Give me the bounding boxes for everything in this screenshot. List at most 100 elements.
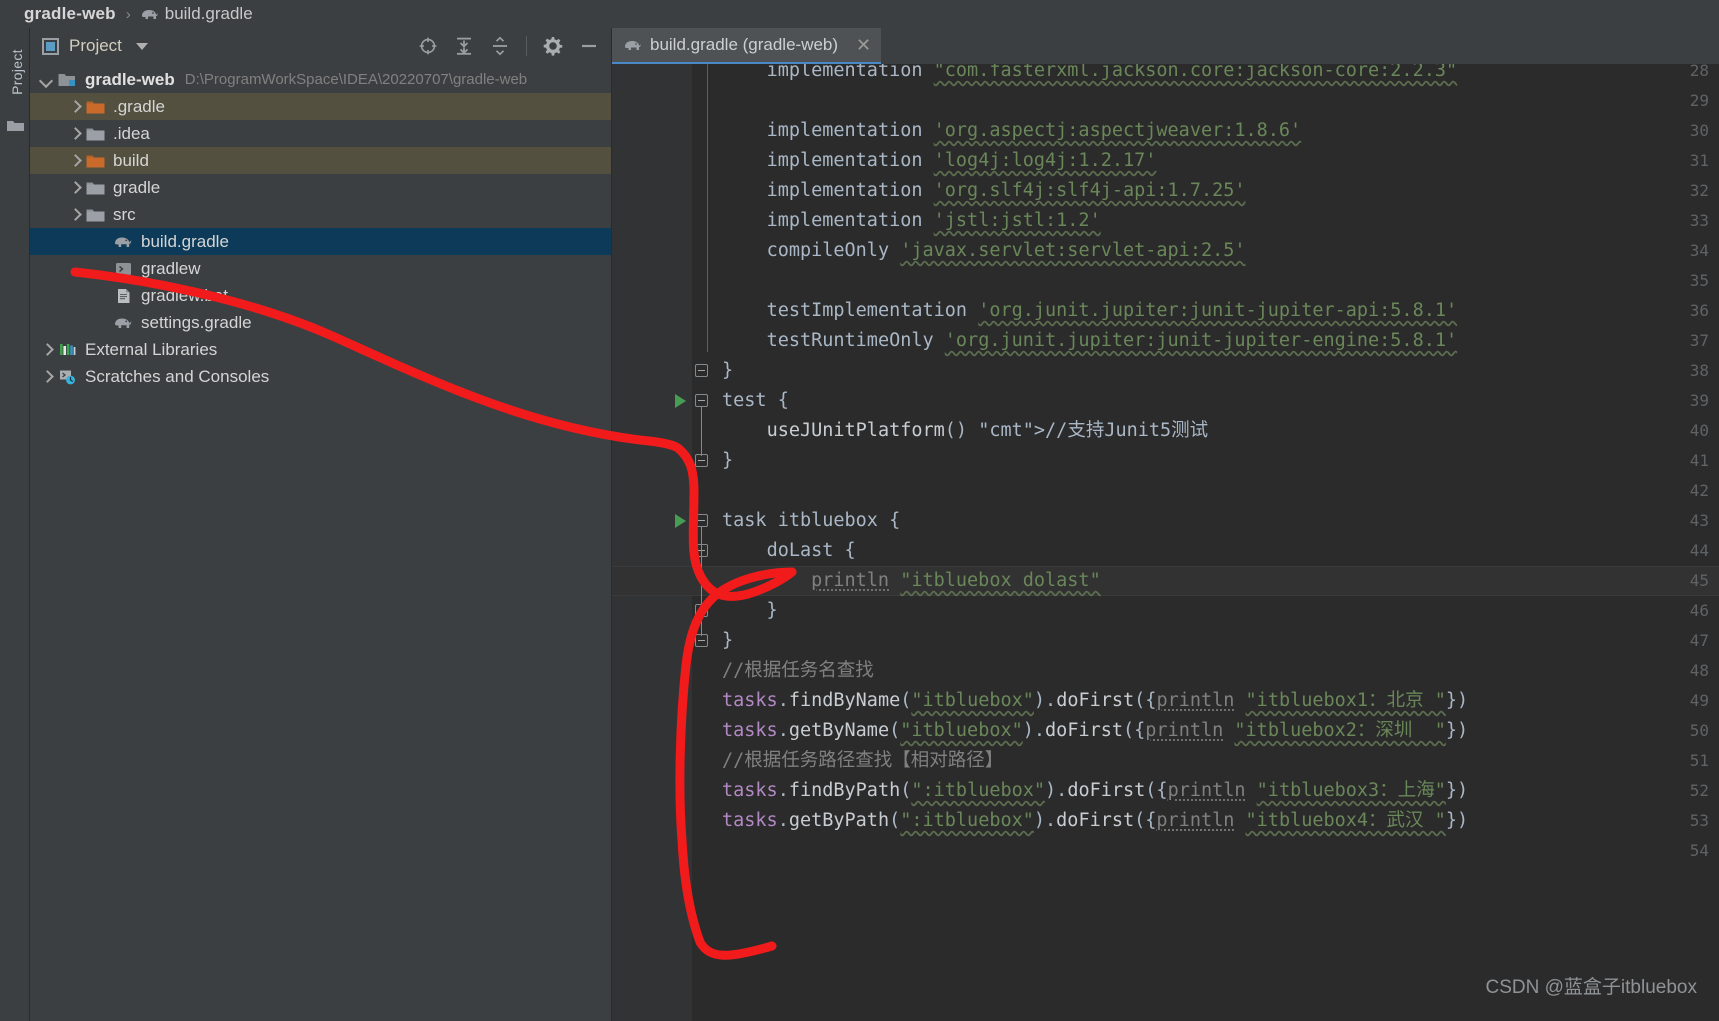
tree-item-gradlew-bat[interactable]: gradlew.bat bbox=[30, 282, 611, 309]
code-line[interactable]: implementation "com.fasterxml.jackson.co… bbox=[722, 64, 1458, 86]
code-line[interactable]: compileOnly 'javax.servlet:servlet-api:2… bbox=[722, 236, 1246, 266]
tree-item-label: gradlew bbox=[141, 258, 201, 278]
tool-window-button-project[interactable]: Project bbox=[9, 37, 25, 107]
excluded-folder-icon bbox=[86, 99, 105, 114]
line-number: 43 bbox=[1689, 511, 1709, 530]
breadcrumb-project[interactable]: gradle-web bbox=[24, 4, 116, 24]
folder-icon bbox=[86, 207, 105, 222]
project-panel-header: Project bbox=[30, 28, 611, 64]
scratches-icon bbox=[58, 369, 77, 385]
line-number: 35 bbox=[1689, 271, 1709, 290]
line-number: 29 bbox=[1689, 91, 1709, 110]
tree-item-label: src bbox=[113, 204, 136, 224]
tree-item-gradlew[interactable]: gradlew bbox=[30, 255, 611, 282]
line-number: 41 bbox=[1689, 451, 1709, 470]
line-number: 28 bbox=[1689, 64, 1709, 80]
csdn-watermark: CSDN @蓝盒子itbluebox bbox=[1485, 977, 1697, 998]
hide-minimize-icon[interactable] bbox=[579, 36, 599, 56]
editor-tab-bar: build.gradle (gradle-web) ✕ bbox=[612, 28, 1719, 64]
line-number: 32 bbox=[1689, 181, 1709, 200]
code-line[interactable]: test { bbox=[722, 386, 789, 416]
tree-item-external-libraries[interactable]: External Libraries bbox=[30, 336, 611, 363]
tree-item-label: build.gradle bbox=[141, 231, 229, 251]
collapse-all-icon[interactable] bbox=[490, 36, 510, 56]
tree-item-build[interactable]: build bbox=[30, 147, 611, 174]
line-number: 46 bbox=[1689, 601, 1709, 620]
chevron-right-icon[interactable] bbox=[68, 208, 82, 222]
code-line[interactable]: tasks.findByName("itbluebox").doFirst({p… bbox=[722, 686, 1468, 716]
tree-item-label: .gradle bbox=[113, 96, 165, 116]
tree-item-gradle[interactable]: gradle bbox=[30, 174, 611, 201]
tree-item-settings-gradle[interactable]: settings.gradle bbox=[30, 309, 611, 336]
code-line[interactable]: implementation 'jstl:jstl:1.2' bbox=[722, 206, 1101, 236]
line-number: 39 bbox=[1689, 391, 1709, 410]
line-number: 54 bbox=[1689, 841, 1709, 860]
chevron-right-icon[interactable] bbox=[68, 154, 82, 168]
line-number: 44 bbox=[1689, 541, 1709, 560]
line-number: 49 bbox=[1689, 691, 1709, 710]
tree-item-gradle[interactable]: .gradle bbox=[30, 93, 611, 120]
select-opened-file-icon[interactable] bbox=[418, 36, 438, 56]
chevron-right-icon[interactable] bbox=[68, 127, 82, 141]
breadcrumb: gradle-web › build.gradle bbox=[0, 0, 1719, 28]
folder-icon bbox=[6, 118, 25, 133]
code-line[interactable]: tasks.getByPath(":itbluebox").doFirst({p… bbox=[722, 806, 1468, 836]
code-line[interactable]: testRuntimeOnly 'org.junit.jupiter:junit… bbox=[722, 326, 1458, 356]
left-tool-strip: Project bbox=[0, 28, 30, 1021]
editor-area: build.gradle (gradle-web) ✕ implementati… bbox=[612, 28, 1719, 1021]
code-line[interactable]: tasks.getByName("itbluebox").doFirst({pr… bbox=[722, 716, 1468, 746]
chevron-right-icon[interactable] bbox=[68, 181, 82, 195]
tree-item-path: D:\ProgramWorkSpace\IDEA\20220707\gradle… bbox=[184, 71, 528, 88]
line-number: 45 bbox=[1689, 571, 1709, 590]
tree-item-gradle-web[interactable]: gradle-web D:\ProgramWorkSpace\IDEA\20220… bbox=[30, 66, 611, 93]
code-line[interactable]: } bbox=[722, 446, 733, 476]
gradle-elephant-icon bbox=[114, 315, 133, 331]
project-panel-title: Project bbox=[69, 36, 122, 55]
idea-window: gradle-web › build.gradle Project Projec… bbox=[0, 0, 1719, 1021]
code-line[interactable]: implementation 'log4j:log4j:1.2.17' bbox=[722, 146, 1157, 176]
breadcrumb-file[interactable]: build.gradle bbox=[165, 4, 253, 24]
code-line[interactable]: doLast { bbox=[722, 536, 856, 566]
code-view[interactable]: implementation "com.fasterxml.jackson.co… bbox=[612, 64, 1719, 1021]
run-gradle-task-icon[interactable] bbox=[675, 514, 686, 528]
code-line[interactable]: implementation 'org.slf4j:slf4j-api:1.7.… bbox=[722, 176, 1246, 206]
code-line[interactable]: println "itbluebox dolast" bbox=[722, 566, 1101, 596]
chevron-down-icon[interactable] bbox=[135, 42, 148, 50]
line-number: 36 bbox=[1689, 301, 1709, 320]
source-code[interactable]: implementation "com.fasterxml.jackson.co… bbox=[722, 64, 1719, 1021]
chevron-down-icon[interactable] bbox=[40, 73, 54, 87]
run-gradle-task-icon[interactable] bbox=[675, 394, 686, 408]
code-line[interactable]: } bbox=[722, 596, 778, 626]
line-number: 34 bbox=[1689, 241, 1709, 260]
code-fold-toggle[interactable] bbox=[695, 364, 708, 377]
chevron-right-icon[interactable] bbox=[40, 343, 54, 357]
code-line[interactable]: } bbox=[722, 626, 733, 656]
tree-item-label: Scratches and Consoles bbox=[85, 366, 270, 386]
code-line[interactable]: //根据任务路径查找【相对路径】 bbox=[722, 746, 1003, 776]
code-line[interactable]: testImplementation 'org.junit.jupiter:ju… bbox=[722, 296, 1458, 326]
chevron-right-icon[interactable] bbox=[68, 100, 82, 114]
tree-item-src[interactable]: src bbox=[30, 201, 611, 228]
close-icon[interactable]: ✕ bbox=[856, 36, 871, 54]
code-line[interactable]: tasks.findByPath(":itbluebox").doFirst({… bbox=[722, 776, 1468, 806]
code-line[interactable]: useJUnitPlatform() "cmt">//支持Junit5测试 bbox=[722, 416, 1209, 446]
line-number: 50 bbox=[1689, 721, 1709, 740]
editor-gutter[interactable] bbox=[612, 64, 692, 1021]
tree-item-label: gradle bbox=[113, 177, 161, 197]
code-line[interactable]: } bbox=[722, 356, 733, 386]
chevron-right-icon[interactable] bbox=[40, 370, 54, 384]
code-line[interactable]: //根据任务名查找 bbox=[722, 656, 874, 686]
tab-build-gradle[interactable]: build.gradle (gradle-web) ✕ bbox=[612, 28, 882, 64]
tree-item-idea[interactable]: .idea bbox=[30, 120, 611, 147]
code-line[interactable]: implementation 'org.aspectj:aspectjweave… bbox=[722, 116, 1302, 146]
project-view-icon bbox=[42, 37, 59, 55]
expand-all-icon[interactable] bbox=[454, 36, 474, 56]
tab-label: build.gradle (gradle-web) bbox=[650, 35, 839, 54]
tree-item-scratches-and-consoles[interactable]: Scratches and Consoles bbox=[30, 363, 611, 390]
settings-gear-icon[interactable] bbox=[543, 36, 563, 56]
tree-item-build-gradle[interactable]: build.gradle bbox=[30, 228, 611, 255]
code-line[interactable]: task itbluebox { bbox=[722, 506, 900, 536]
